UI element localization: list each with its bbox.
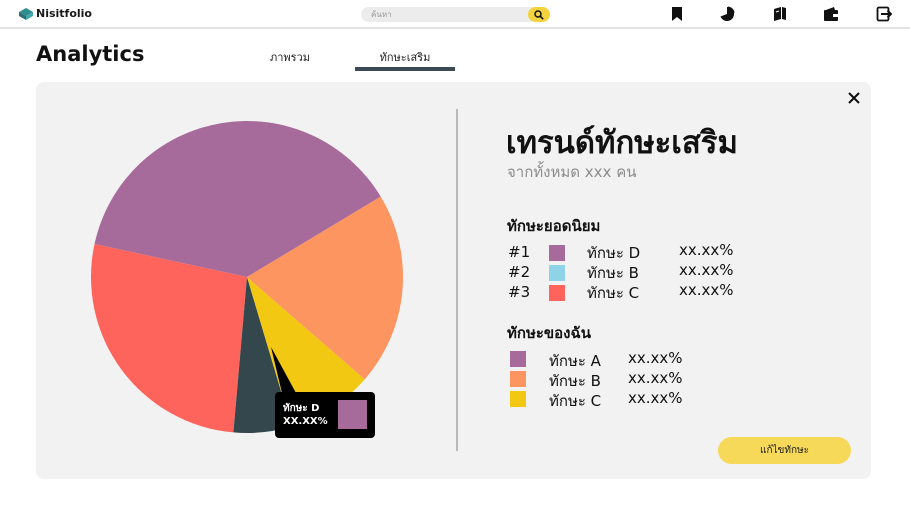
edit-skills-button[interactable]: แก้ไขทักษะ (718, 437, 851, 464)
tooltip-pointer (271, 347, 296, 393)
my-skills-title: ทักษะของฉัน (507, 324, 591, 342)
popular-rank-1: #1 (508, 243, 531, 261)
chart-tooltip: ทักษะ D XX.XX% (275, 392, 375, 438)
logo[interactable]: Nisitfolio (19, 7, 92, 20)
logo-icon (19, 7, 33, 20)
top-bar: Nisitfolio ค้นหา (0, 0, 910, 29)
popular-rank-2: #2 (508, 263, 531, 281)
my-swatch-3 (510, 391, 526, 407)
app-name: Nisitfolio (36, 7, 92, 20)
bookmark-icon[interactable] (669, 6, 685, 22)
my-swatch-1 (510, 351, 526, 367)
search-bar[interactable]: ค้นหา (361, 7, 550, 22)
wallet-icon[interactable] (823, 6, 839, 22)
search-icon (534, 9, 544, 20)
popular-value-3: xx.xx% (679, 281, 734, 299)
search-input[interactable]: ค้นหา (371, 8, 392, 21)
pie-chart-icon[interactable] (719, 6, 735, 22)
popular-name-3: ทักษะ C (587, 284, 640, 302)
popular-swatch-2 (549, 265, 565, 281)
tab-active-indicator (355, 67, 455, 71)
my-value-2: xx.xx% (628, 369, 683, 387)
search-button[interactable] (528, 7, 550, 22)
my-value-3: xx.xx% (628, 389, 683, 407)
tooltip-label: ทักษะ D (283, 403, 320, 414)
my-value-1: xx.xx% (628, 349, 683, 367)
pie-slice-2[interactable] (91, 244, 248, 433)
popular-rank-3: #3 (508, 283, 531, 301)
tab-overview[interactable]: ภาพรวม (240, 48, 340, 66)
popular-swatch-1 (549, 245, 565, 261)
tab-extra-skills[interactable]: ทักษะเสริม (355, 48, 455, 66)
book-icon[interactable] (772, 6, 788, 22)
close-icon[interactable] (847, 91, 861, 105)
popular-value-1: xx.xx% (679, 241, 734, 259)
popular-swatch-3 (549, 285, 565, 301)
page-title: Analytics (36, 42, 145, 66)
popular-value-2: xx.xx% (679, 261, 734, 279)
logout-icon[interactable] (876, 6, 892, 22)
panel-subtitle: จากทั้งหมด xxx คน (507, 163, 637, 181)
my-name-3: ทักษะ C (549, 392, 602, 410)
my-swatch-2 (510, 371, 526, 387)
popular-skills-title: ทักษะยอดนิยม (507, 217, 601, 235)
divider (456, 109, 458, 451)
tooltip-value: XX.XX% (283, 416, 328, 427)
tooltip-color-swatch (338, 400, 367, 429)
